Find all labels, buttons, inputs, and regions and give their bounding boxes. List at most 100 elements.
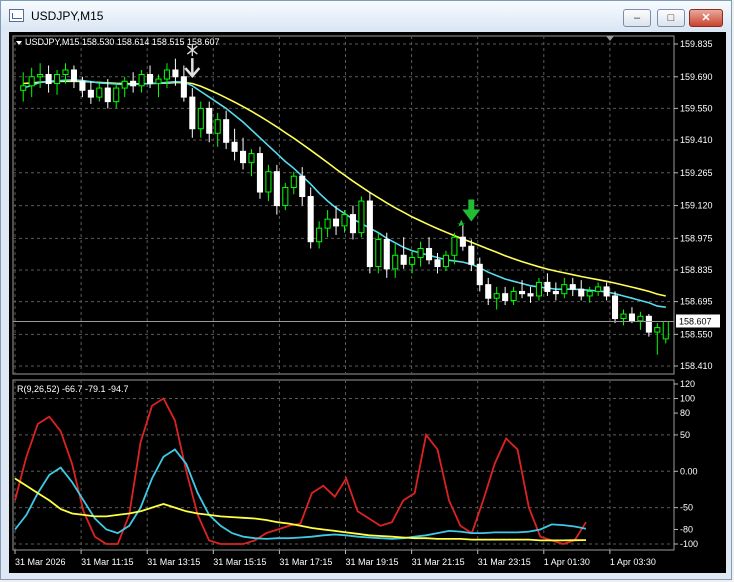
- price-axis-label: 159.410: [680, 135, 713, 145]
- candle-body: [172, 69, 179, 78]
- osc-axis-label: 0.00: [680, 466, 698, 476]
- candle-body: [485, 284, 492, 299]
- candle-body: [147, 74, 154, 85]
- candle-body: [468, 245, 475, 265]
- candle-body: [434, 259, 441, 268]
- candle-body: [282, 186, 289, 207]
- candle-body: [70, 69, 77, 82]
- candle-body: [510, 290, 517, 301]
- candle-body: [248, 153, 255, 164]
- candle-body: [595, 286, 602, 292]
- candle-body: [392, 254, 399, 270]
- price-pane-border: [12, 35, 675, 375]
- osc-axis-label: 100: [680, 394, 695, 404]
- candle-body: [20, 85, 27, 91]
- osc-axis-label: 80: [680, 408, 690, 418]
- candle-body: [206, 107, 213, 134]
- candle-body: [324, 218, 331, 229]
- candle-body: [121, 80, 128, 89]
- osc-axis-label: -50: [680, 503, 693, 513]
- candle-body: [113, 87, 120, 103]
- maximize-button[interactable]: □: [657, 9, 685, 27]
- candle-body: [28, 76, 35, 87]
- candle-body: [476, 263, 483, 286]
- candle-body: [358, 200, 365, 234]
- osc-axis-label: -80: [680, 524, 693, 534]
- candle-body: [155, 78, 162, 85]
- candle-body: [54, 74, 61, 85]
- time-axis-label: 31 Mar 11:15: [81, 557, 133, 567]
- candle-body: [163, 69, 170, 80]
- price-axis-label: 158.835: [680, 265, 713, 275]
- minimize-button[interactable]: –: [623, 9, 651, 27]
- oscillator-pane-border: [12, 379, 675, 551]
- candle-body: [493, 293, 500, 299]
- candle-body: [130, 80, 137, 87]
- title-bar[interactable]: USDJPY,M15 – □ ✕: [1, 1, 731, 31]
- price-header: USDJPY,M15 158.530 158.614 158.515 158.6…: [25, 37, 220, 47]
- candle-body: [383, 238, 390, 270]
- close-button[interactable]: ✕: [689, 9, 723, 27]
- candle-body: [459, 236, 466, 247]
- candle-body: [586, 290, 593, 297]
- candle-body: [426, 247, 433, 261]
- price-axis-label: 159.550: [680, 103, 713, 113]
- price-axis-label: 159.265: [680, 168, 713, 178]
- osc-axis-label: 120: [680, 379, 695, 389]
- osc-axis-label: -100: [680, 539, 698, 549]
- chart-shift-icon[interactable]: [606, 36, 614, 41]
- time-axis-label: 1 Apr 03:30: [610, 557, 656, 567]
- price-axis-label: 158.975: [680, 233, 713, 243]
- osc-axis-label: 50: [680, 430, 690, 440]
- candle-body: [104, 87, 111, 103]
- candle-body: [662, 320, 669, 340]
- price-axis-label: 158.550: [680, 329, 713, 339]
- candle-body: [37, 74, 44, 78]
- candle-body: [290, 175, 297, 188]
- candle-body: [307, 196, 314, 243]
- candle-body: [561, 284, 568, 295]
- candle-body: [569, 284, 576, 290]
- candle-body: [231, 141, 238, 152]
- candle-body: [527, 293, 534, 297]
- time-axis-label: 31 Mar 2026: [15, 557, 66, 567]
- candle-body: [87, 89, 94, 98]
- candle-body: [417, 247, 424, 259]
- candle-body: [366, 200, 373, 268]
- chart-window-icon: [9, 9, 24, 22]
- candle-body: [409, 257, 416, 265]
- candle-body: [223, 119, 230, 143]
- candle-body: [299, 175, 306, 198]
- candle-body: [552, 290, 559, 295]
- candle-body: [256, 153, 263, 193]
- time-axis-label: 31 Mar 17:15: [279, 557, 332, 567]
- candle-body: [519, 290, 526, 295]
- window-title: USDJPY,M15: [31, 9, 104, 23]
- candle-body: [273, 171, 280, 207]
- time-axis-label: 31 Mar 15:15: [213, 557, 266, 567]
- candle-body: [535, 281, 542, 297]
- candle-body: [578, 288, 585, 297]
- candle-body: [544, 281, 551, 292]
- buy-star-icon: [457, 219, 466, 227]
- osc-header: R(9,26,52) -66.7 -79.1 -94.7: [17, 384, 129, 394]
- candle-body: [79, 80, 86, 91]
- candle-body: [240, 150, 247, 164]
- candle-body: [214, 119, 221, 134]
- price-axis-label: 159.690: [680, 72, 713, 82]
- current-price-label: 158.607: [679, 316, 712, 326]
- candle-body: [637, 315, 644, 322]
- candle-body: [333, 218, 340, 227]
- candle-body: [442, 254, 449, 268]
- candle-body: [138, 74, 145, 87]
- price-chart-svg[interactable]: 159.835 159.690 159.550 159.410 159.265 159.1…: [9, 32, 726, 573]
- candle-body: [645, 315, 652, 333]
- chart-area[interactable]: 159.835 159.690 159.550 159.410 159.265 159.1…: [9, 32, 726, 573]
- candle-body: [349, 214, 356, 234]
- candle-body: [189, 96, 196, 130]
- candle-body: [628, 313, 635, 322]
- candle-body: [96, 87, 103, 98]
- candle-body: [265, 171, 272, 193]
- price-axis-label: 158.695: [680, 297, 713, 307]
- time-axis-label: 31 Mar 21:15: [412, 557, 465, 567]
